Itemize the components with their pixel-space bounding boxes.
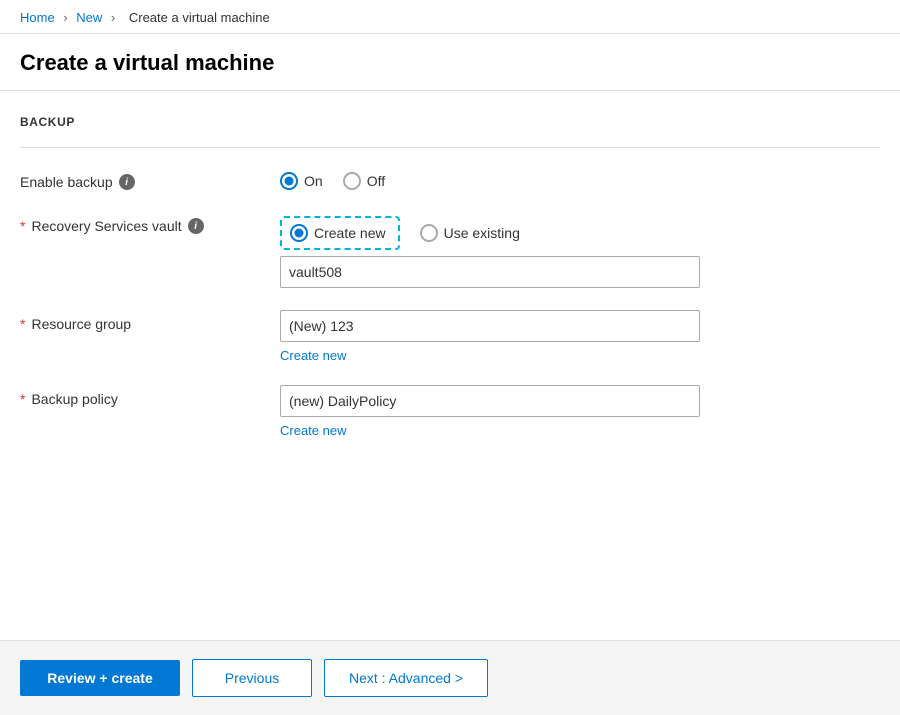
recovery-vault-required: *: [20, 218, 25, 234]
page-header: Create a virtual machine: [0, 34, 900, 91]
resource-group-label: * Resource group: [20, 310, 280, 332]
main-content: BACKUP Enable backup i On Off * Recove: [0, 91, 900, 611]
backup-policy-input[interactable]: [280, 385, 700, 417]
enable-backup-row: Enable backup i On Off: [20, 168, 880, 190]
review-create-button[interactable]: Review + create: [20, 660, 180, 696]
recovery-vault-radio-group: Create new Use existing: [280, 212, 880, 250]
recovery-vault-input[interactable]: [280, 256, 700, 288]
recovery-vault-use-existing-radio[interactable]: [420, 224, 438, 242]
breadcrumb-home[interactable]: Home: [20, 10, 55, 25]
section-backup-label: BACKUP: [20, 115, 880, 129]
backup-policy-label: * Backup policy: [20, 385, 280, 407]
enable-backup-off-radio[interactable]: [343, 172, 361, 190]
resource-group-input[interactable]: [280, 310, 700, 342]
enable-backup-label: Enable backup i: [20, 168, 280, 190]
recovery-vault-create-new-radio[interactable]: [290, 224, 308, 242]
enable-backup-off-option[interactable]: Off: [343, 172, 385, 190]
enable-backup-control: On Off: [280, 168, 880, 190]
next-advanced-button[interactable]: Next : Advanced >: [324, 659, 488, 697]
recovery-vault-create-new-option[interactable]: Create new: [290, 224, 386, 242]
recovery-vault-label: * Recovery Services vault i: [20, 212, 280, 234]
enable-backup-info-icon: i: [119, 174, 135, 190]
recovery-vault-create-new-label: Create new: [314, 225, 386, 241]
enable-backup-on-option[interactable]: On: [280, 172, 323, 190]
recovery-vault-control: Create new Use existing: [280, 212, 880, 288]
enable-backup-on-label: On: [304, 173, 323, 189]
enable-backup-on-radio[interactable]: [280, 172, 298, 190]
backup-policy-create-new-link[interactable]: Create new: [280, 423, 880, 438]
previous-button[interactable]: Previous: [192, 659, 312, 697]
page-title: Create a virtual machine: [20, 50, 880, 76]
recovery-vault-create-new-box: Create new: [280, 216, 400, 250]
enable-backup-off-label: Off: [367, 173, 385, 189]
resource-group-control: Create new: [280, 310, 880, 363]
resource-group-required: *: [20, 316, 25, 332]
footer: Review + create Previous Next : Advanced…: [0, 640, 900, 715]
breadcrumb-current: Create a virtual machine: [129, 10, 270, 25]
recovery-vault-use-existing-option[interactable]: Use existing: [420, 224, 520, 242]
enable-backup-radio-group: On Off: [280, 168, 880, 190]
resource-group-row: * Resource group Create new: [20, 310, 880, 363]
breadcrumb-new[interactable]: New: [76, 10, 102, 25]
backup-policy-required: *: [20, 391, 25, 407]
resource-group-create-new-link[interactable]: Create new: [280, 348, 880, 363]
breadcrumb: Home › New › Create a virtual machine: [0, 0, 900, 34]
breadcrumb-sep2: ›: [111, 10, 119, 25]
recovery-vault-info-icon: i: [188, 218, 204, 234]
recovery-vault-use-existing-label: Use existing: [444, 225, 520, 241]
backup-policy-control: Create new: [280, 385, 880, 438]
recovery-vault-row: * Recovery Services vault i Create new U…: [20, 212, 880, 288]
backup-policy-row: * Backup policy Create new: [20, 385, 880, 438]
section-divider: [20, 147, 880, 148]
breadcrumb-sep1: ›: [63, 10, 71, 25]
